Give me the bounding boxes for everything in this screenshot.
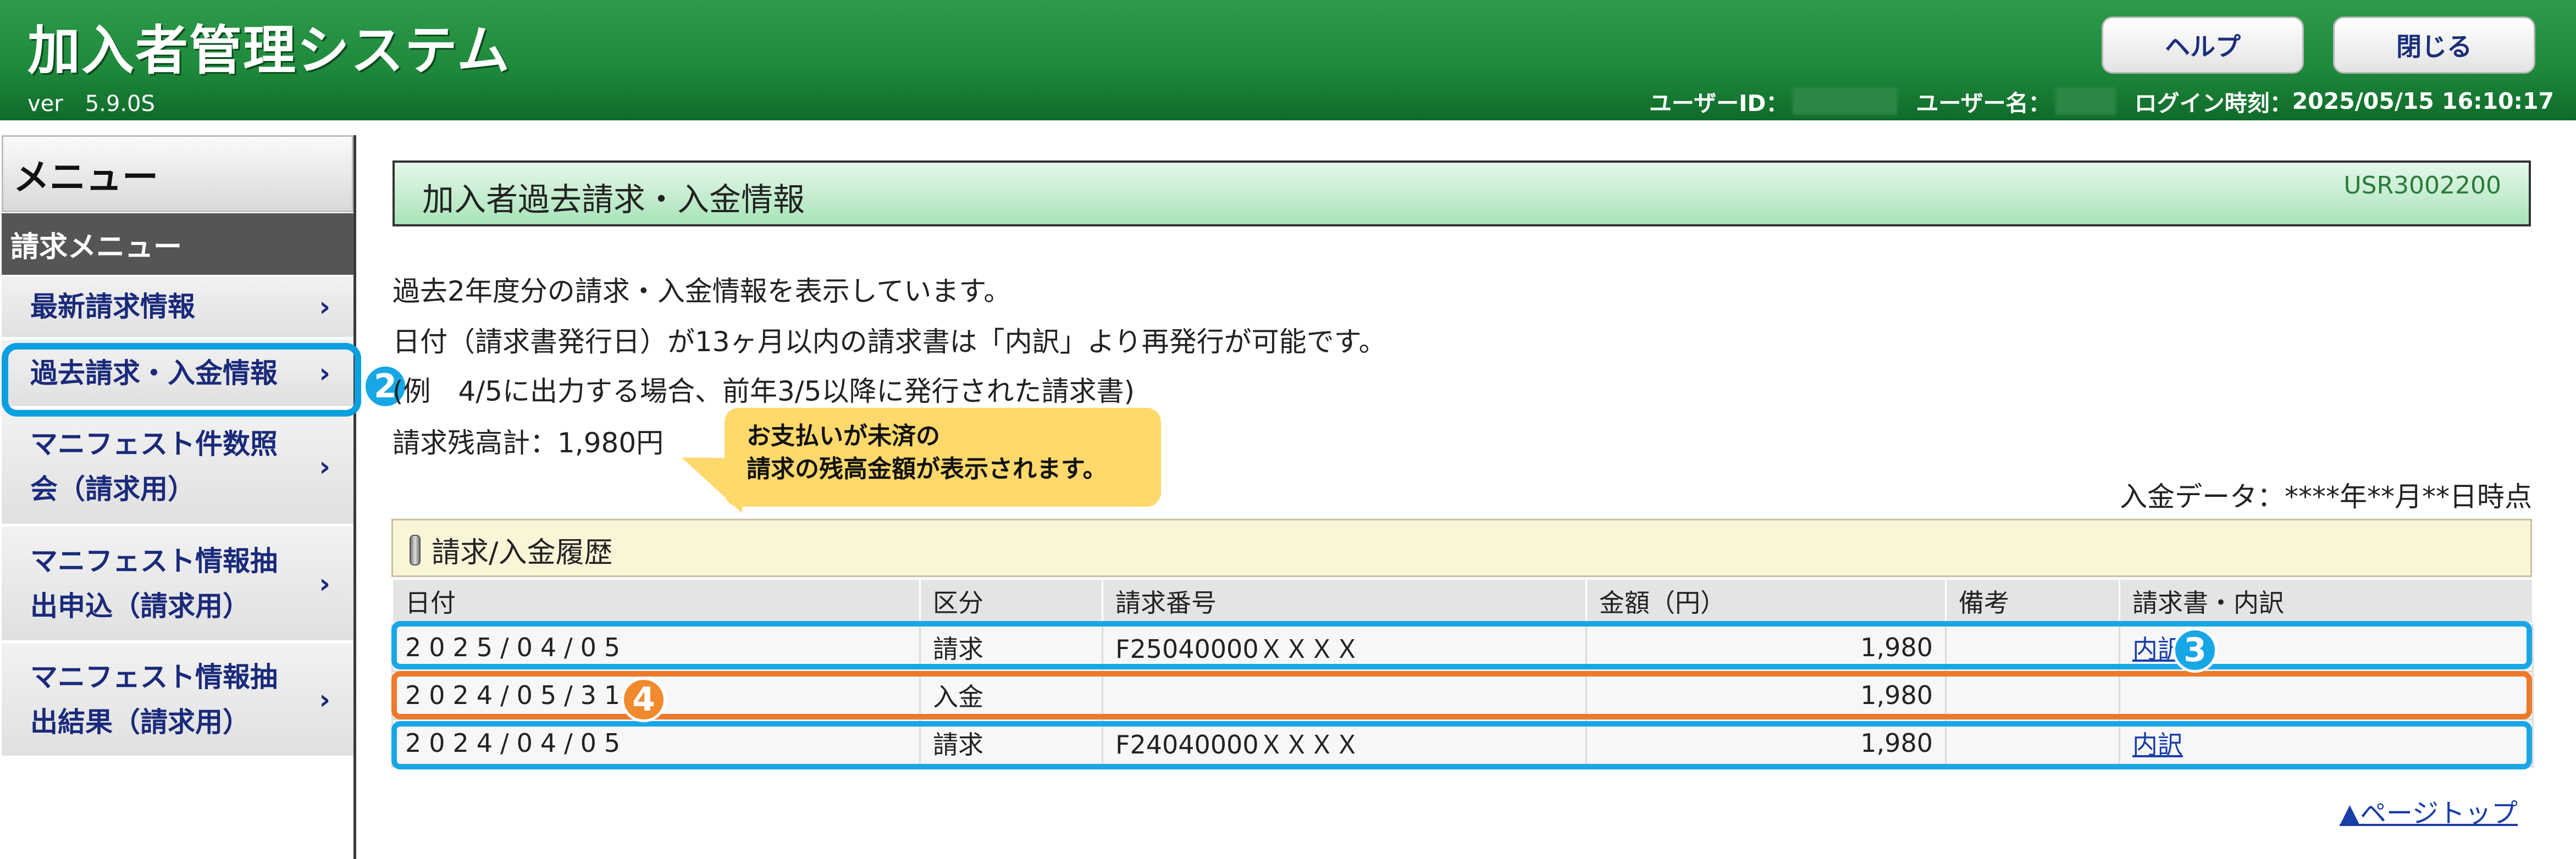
tooltip-line-1: お支払いが未済の — [747, 422, 940, 450]
page-top-link[interactable]: ▲ページトップ — [2340, 791, 2518, 830]
column-header-invoice-detail: 請求書・内訳 — [2119, 578, 2534, 624]
table-row: 2024/04/05 請求 F24040000ＸＸＸＸ 1,980 内訳 — [391, 718, 2534, 768]
chevron-right-icon: › — [319, 357, 330, 389]
cell-detail: 内訳 — [2119, 718, 2534, 768]
user-name-value-masked — [2055, 87, 2116, 115]
cell-amount: 1,980 — [1585, 623, 1947, 672]
sidebar-item-manifest-extract-request[interactable]: マニフェスト情報抽出申込（請求用） › — [2, 527, 353, 642]
sidebar-item-latest-billing[interactable]: 最新請求情報 › — [2, 276, 353, 339]
table-row: 2024/05/31 入金 1,980 — [391, 670, 2534, 720]
annotation-marker-3: 3 — [2173, 628, 2218, 673]
column-header-kubun: 区分 — [919, 578, 1103, 624]
billing-balance-total: 請求残高計：1,980円 — [393, 427, 664, 459]
column-header-date: 日付 — [391, 578, 921, 624]
annotation-marker-4: 4 — [621, 677, 666, 722]
version-label: ver 5.9.0S — [27, 91, 155, 117]
sidebar-item-label: 最新請求情報 — [30, 290, 195, 323]
sidebar-item-label: 過去請求・入金情報 — [30, 357, 278, 389]
column-header-invoice-no: 請求番号 — [1102, 578, 1587, 624]
history-panel-header: 請求/入金履歴 — [391, 519, 2532, 577]
app-title: 加入者管理システム — [27, 20, 511, 81]
column-header-amount: 金額（円） — [1585, 578, 1947, 624]
user-id-label: ユーザーID： — [1649, 90, 1789, 117]
chevron-right-icon: › — [319, 567, 330, 600]
billing-menu-header: 請求メニュー — [2, 213, 353, 275]
close-button[interactable]: 閉じる — [2333, 16, 2535, 74]
cell-invoice-no: F24040000ＸＸＸＸ — [1102, 718, 1587, 768]
app-header: 加入者管理システム ver 5.9.0S ヘルプ 閉じる ユーザーID： ユーザ… — [0, 0, 2576, 120]
tooltip-line-2: 請求の残高金額が表示されます。 — [747, 455, 1107, 483]
cell-date: 2025/04/05 — [391, 623, 921, 672]
cell-note — [1945, 718, 2120, 768]
page-header: 加入者過去請求・入金情報 USR3002200 — [393, 160, 2531, 226]
description-line-1: 過去2年度分の請求・入金情報を表示しています。 — [393, 275, 1011, 307]
help-button[interactable]: ヘルプ — [2102, 16, 2304, 74]
payment-data-as-of: 入金データ：****年**月**日時点 — [2120, 481, 2532, 513]
sidebar-item-past-billing-payment[interactable]: 過去請求・入金情報 › — [2, 340, 353, 408]
sidebar-item-manifest-count-inquiry[interactable]: マニフェスト件数照会（請求用） › — [2, 409, 353, 525]
cell-amount: 1,980 — [1585, 718, 1947, 768]
sidebar-item-label: マニフェスト件数照会（請求用） — [30, 428, 278, 505]
detail-link[interactable]: 内訳 — [2132, 730, 2183, 760]
cell-kubun: 請求 — [919, 718, 1103, 768]
cell-note — [1945, 670, 2120, 720]
page-title: 加入者過去請求・入金情報 — [422, 181, 805, 218]
cell-invoice-no — [1102, 670, 1587, 720]
pin-icon — [410, 535, 421, 566]
login-time-label: ログイン時刻： — [2134, 90, 2292, 117]
history-table: 日付 区分 請求番号 金額（円） 備考 請求書・内訳 2025/04/05 請求… — [391, 578, 2534, 768]
user-name-label: ユーザー名： — [1916, 90, 2051, 117]
description-line-2: 日付（請求書発行日）が13ヶ月以内の請求書は「内訳」より再発行が可能です。 — [393, 326, 1386, 358]
cell-detail — [2119, 670, 2534, 720]
cell-note — [1945, 623, 2120, 672]
description-line-3: (例 4/5に出力する場合、前年3/5以降に発行された請求書) — [393, 375, 1135, 407]
column-header-note: 備考 — [1945, 578, 2120, 624]
login-time-value: 2025/05/15 16:10:17 — [2292, 88, 2554, 114]
balance-tooltip: お支払いが未済の 請求の残高金額が表示されます。 — [725, 408, 1161, 507]
cell-amount: 1,980 — [1585, 670, 1947, 720]
sidebar-item-label: マニフェスト情報抽出申込（請求用） — [30, 545, 278, 622]
cell-kubun: 入金 — [919, 670, 1103, 720]
user-info: ユーザーID： ユーザー名： ログイン時刻： 2025/05/15 16:10:… — [1649, 85, 2554, 118]
chevron-right-icon: › — [319, 290, 330, 323]
cell-kubun: 請求 — [919, 623, 1103, 672]
chevron-right-icon: › — [319, 450, 330, 483]
screen-id: USR3002200 — [2343, 171, 2501, 199]
sidebar-item-manifest-extract-result[interactable]: マニフェスト情報抽出結果（請求用） › — [2, 643, 353, 757]
sidebar: メニュー 請求メニュー 最新請求情報 › 過去請求・入金情報 › マニフェスト件… — [0, 135, 356, 859]
table-header-row: 日付 区分 請求番号 金額（円） 備考 請求書・内訳 — [391, 578, 2534, 624]
cell-invoice-no: F25040000ＸＸＸＸ — [1102, 623, 1587, 672]
cell-date: 2024/04/05 — [391, 718, 921, 768]
chevron-right-icon: › — [319, 683, 330, 716]
sidebar-item-label: マニフェスト情報抽出結果（請求用） — [30, 661, 278, 738]
menu-title: メニュー — [2, 135, 353, 212]
history-title: 請求/入金履歴 — [432, 536, 613, 569]
user-id-value-masked — [1793, 87, 1898, 115]
